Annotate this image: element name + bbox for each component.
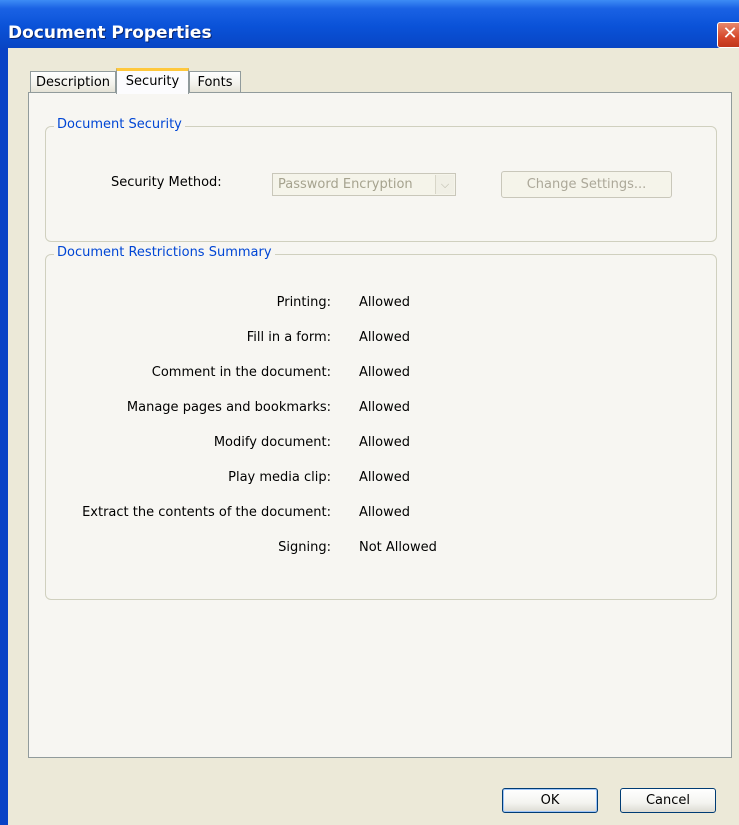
restriction-label-printing: Printing: — [276, 295, 331, 310]
restriction-value-modify: Allowed — [359, 435, 410, 450]
restriction-label-comment: Comment in the document: — [151, 365, 331, 380]
chevron-down-icon[interactable]: ⌵ — [435, 175, 454, 194]
security-tab-panel: Document Security Security Method: Passw… — [28, 92, 732, 758]
tab-label: Security — [125, 74, 180, 89]
restriction-value-comment: Allowed — [359, 365, 410, 380]
restriction-label-extract: Extract the contents of the document: — [82, 505, 331, 520]
restriction-label-signing: Signing: — [278, 540, 331, 555]
restriction-value-fill-form: Allowed — [359, 330, 410, 345]
restriction-value-manage-pages: Allowed — [359, 400, 410, 415]
dialog-window: Document Properties ✕ Description Securi… — [0, 0, 739, 825]
restriction-value-media: Allowed — [359, 470, 410, 485]
security-method-value: Password Encryption — [278, 177, 413, 192]
ok-button[interactable]: OK — [502, 788, 598, 813]
security-method-select[interactable]: Password Encryption ⌵ — [272, 173, 456, 196]
restriction-label-modify: Modify document: — [213, 435, 331, 450]
restriction-label-fill-form: Fill in a form: — [246, 330, 331, 345]
change-settings-button[interactable]: Change Settings... — [501, 171, 672, 198]
close-icon: ✕ — [722, 23, 738, 44]
restriction-value-extract: Allowed — [359, 505, 410, 520]
restriction-label-manage-pages: Manage pages and bookmarks: — [126, 400, 331, 415]
tab-label: Fonts — [197, 75, 233, 90]
dialog-body: Description Security Fonts Document Secu… — [8, 48, 739, 825]
tab-description[interactable]: Description — [30, 71, 116, 92]
close-button[interactable]: ✕ — [717, 22, 739, 48]
restriction-value-printing: Allowed — [359, 295, 410, 310]
cancel-button[interactable]: Cancel — [620, 788, 716, 813]
restriction-label-media: Play media clip: — [228, 470, 331, 485]
window-title: Document Properties — [8, 23, 212, 43]
document-security-legend: Document Security — [54, 117, 185, 132]
tab-label: Description — [35, 75, 111, 90]
document-restrictions-legend: Document Restrictions Summary — [54, 245, 275, 260]
tab-fonts[interactable]: Fonts — [189, 71, 241, 92]
title-bar[interactable]: Document Properties ✕ — [0, 0, 739, 48]
security-method-label: Security Method: — [111, 175, 222, 190]
tab-security[interactable]: Security — [116, 68, 189, 94]
restriction-value-signing: Not Allowed — [359, 540, 437, 555]
